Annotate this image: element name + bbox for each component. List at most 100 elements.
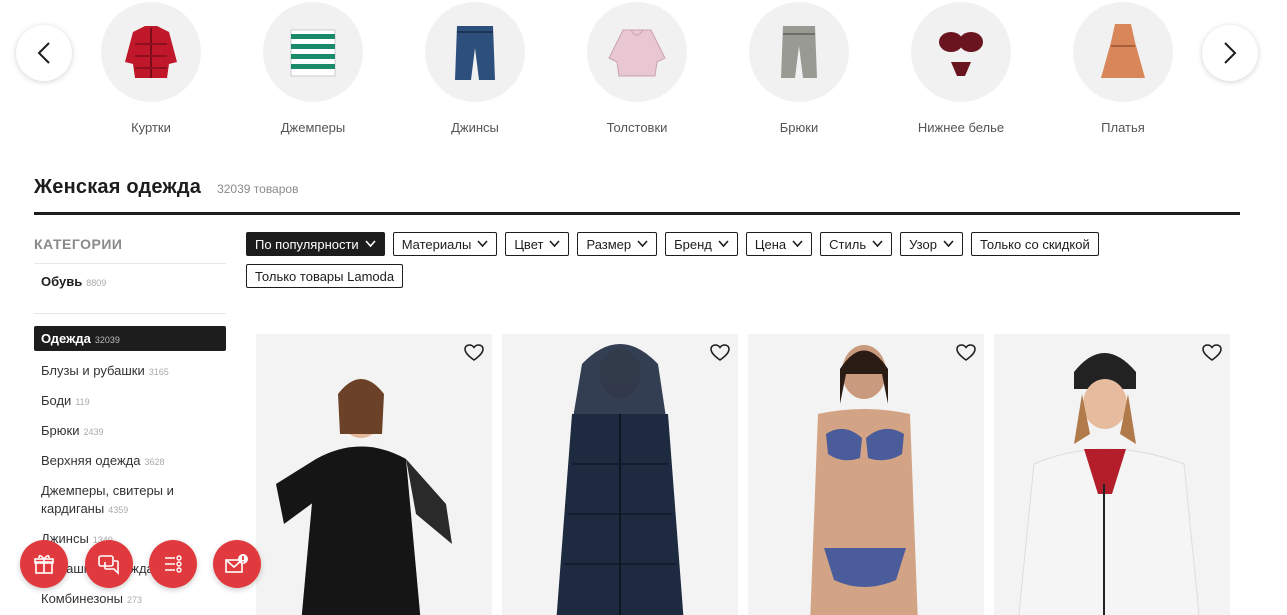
- sidebar-item-outerwear[interactable]: Верхняя одежда 3628: [34, 452, 226, 471]
- sidebar-item-count: 32039: [94, 335, 120, 345]
- sidebar-item-bodysuits[interactable]: Боди 119: [34, 392, 226, 411]
- category-item-trousers[interactable]: Брюки: [734, 2, 864, 135]
- filter-discount-toggle[interactable]: Только со скидкой: [970, 232, 1099, 256]
- chat-button[interactable]: [85, 540, 133, 588]
- sidebar-item-label: Комбинезоны: [41, 591, 123, 606]
- filter-price[interactable]: Цена: [745, 232, 813, 256]
- chevron-right-icon: [1224, 42, 1237, 64]
- sidebar-item-label: Боди: [41, 393, 72, 408]
- sidebar-item-count: 273: [127, 595, 143, 605]
- filter-label: Бренд: [674, 236, 712, 252]
- filter-size[interactable]: Размер: [577, 232, 658, 256]
- chevron-down-icon: [549, 240, 561, 248]
- jacket-icon: [101, 2, 201, 102]
- favorite-heart-icon[interactable]: [710, 344, 730, 362]
- filter-brand[interactable]: Бренд: [665, 232, 738, 256]
- page-heading: Женская одежда 32039 товаров: [34, 176, 298, 199]
- sort-dropdown[interactable]: По популярности: [246, 232, 385, 256]
- dress-icon: [1073, 2, 1173, 102]
- filter-lamoda-only-toggle[interactable]: Только товары Lamoda: [246, 264, 404, 288]
- sidebar-item-count: 2439: [83, 427, 104, 437]
- mail-alert-icon: [225, 554, 248, 573]
- category-label: Джинсы: [451, 120, 499, 135]
- category-item-dresses[interactable]: Платья: [1058, 2, 1188, 135]
- product-image: [276, 379, 452, 615]
- filter-label: Цена: [754, 236, 787, 252]
- filter-style[interactable]: Стиль: [820, 232, 893, 256]
- category-label: Куртки: [131, 120, 171, 135]
- category-item-lingerie[interactable]: Нижнее белье: [896, 2, 1026, 135]
- sidebar-item-jumpsuits[interactable]: Комбинезоны 273: [34, 590, 226, 609]
- sidebar-item-jeans[interactable]: Джинсы1349: [34, 530, 226, 549]
- filter-label: Цвет: [514, 236, 544, 252]
- product-image: [810, 345, 918, 615]
- category-label: Джемперы: [280, 120, 346, 135]
- chevron-down-icon: [365, 240, 376, 248]
- filter-label: Узор: [909, 236, 937, 252]
- sidebar-item-count: 119: [75, 397, 90, 407]
- chevron-down-icon: [943, 240, 954, 248]
- product-card[interactable]: [502, 334, 738, 615]
- trousers-icon: [749, 2, 849, 102]
- sidebar-item-trousers[interactable]: Брюки 2439: [34, 422, 226, 441]
- chat-icon: [98, 555, 119, 575]
- sidebar-item-clothing[interactable]: Одежда 32039: [34, 326, 226, 351]
- sweater-icon: [263, 2, 363, 102]
- product-count: 32039 товаров: [217, 182, 299, 196]
- filter-label: Материалы: [401, 236, 472, 252]
- sidebar-item-count: 4359: [108, 505, 129, 515]
- favorite-heart-icon[interactable]: [464, 344, 484, 362]
- category-label: Платья: [1101, 120, 1145, 135]
- filter-label: Стиль: [829, 236, 867, 252]
- carousel-next-button[interactable]: [1202, 25, 1258, 81]
- filter-label: Размер: [586, 236, 632, 252]
- sidebar-item-count: 3628: [144, 457, 165, 467]
- filter-materials[interactable]: Материалы: [392, 232, 498, 256]
- chevron-down-icon: [792, 240, 803, 248]
- product-card[interactable]: [994, 334, 1230, 615]
- filter-label: Только со скидкой: [979, 236, 1090, 252]
- category-item-jeans[interactable]: Джинсы: [410, 2, 540, 135]
- category-item-sweaters[interactable]: Джемперы: [248, 2, 378, 135]
- sort-label: По популярности: [255, 236, 359, 252]
- sidebar-item-label: Брюки: [41, 423, 80, 438]
- message-alert-button[interactable]: [213, 540, 261, 588]
- sidebar-item-label: Обувь: [41, 274, 83, 289]
- filter-color[interactable]: Цвет: [505, 232, 570, 256]
- sidebar-item-count: 8809: [86, 278, 107, 288]
- page-title: Женская одежда: [34, 176, 202, 198]
- product-card[interactable]: [748, 334, 984, 615]
- category-label: Толстовки: [606, 120, 668, 135]
- list-icon: [165, 555, 182, 573]
- hoodie-icon: [587, 2, 687, 102]
- sidebar-item-shoes[interactable]: Обувь 8809: [34, 264, 226, 314]
- chevron-down-icon: [718, 240, 729, 248]
- product-card[interactable]: [256, 334, 492, 615]
- filter-label: Только товары Lamoda: [255, 268, 395, 284]
- sidebar-item-label: Одежда: [41, 331, 91, 346]
- heading-divider: [34, 212, 1240, 215]
- product-image: [1018, 353, 1200, 615]
- filter-bar: По популярности Материалы Цвет Размер Бр…: [246, 232, 1226, 288]
- carousel-prev-button[interactable]: [16, 25, 72, 81]
- category-carousel: Куртки Джемперы Джинсы Толстовки Брюки Н…: [0, 0, 1287, 150]
- category-label: Нижнее белье: [917, 120, 1005, 135]
- sidebar-item-sweaters[interactable]: Джемперы, свитеры и кардиганы 4359: [34, 482, 226, 519]
- category-item-hoodies[interactable]: Толстовки: [572, 2, 702, 135]
- lingerie-icon: [911, 2, 1011, 102]
- chevron-down-icon: [637, 240, 648, 248]
- gift-button[interactable]: [20, 540, 68, 588]
- category-item-jackets[interactable]: Куртки: [86, 2, 216, 135]
- favorite-heart-icon[interactable]: [1202, 344, 1222, 362]
- gift-icon: [34, 554, 54, 574]
- favorite-heart-icon[interactable]: [956, 344, 976, 362]
- filter-pattern[interactable]: Узор: [900, 232, 963, 256]
- list-button[interactable]: [149, 540, 197, 588]
- sidebar-item-blouses[interactable]: Блузы и рубашки 3165: [34, 362, 226, 381]
- chevron-down-icon: [872, 240, 883, 248]
- product-image: [556, 344, 684, 615]
- sidebar-item-count: 3165: [148, 367, 169, 377]
- sidebar-item-label: Верхняя одежда: [41, 453, 141, 468]
- sidebar-item-label: Блузы и рубашки: [41, 363, 145, 378]
- sidebar-title: КАТЕГОРИИ: [34, 230, 226, 264]
